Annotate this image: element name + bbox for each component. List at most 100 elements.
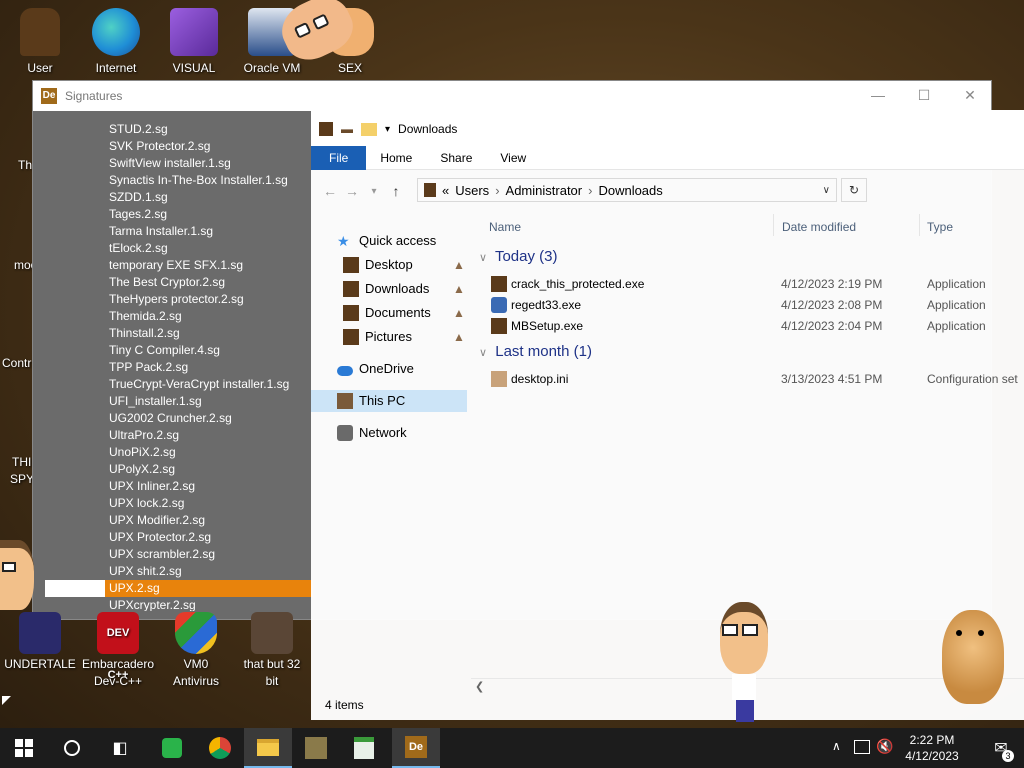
- refresh-icon: ↻: [848, 183, 860, 197]
- nav-network[interactable]: Network: [337, 422, 407, 444]
- visual-studio-icon: [170, 8, 218, 56]
- chevron-up-icon[interactable]: ∧: [832, 739, 841, 753]
- signature-list-item[interactable]: UPX.2.sg: [45, 580, 313, 597]
- breadcrumb-overflow[interactable]: «: [442, 183, 449, 198]
- taskbar-app-game[interactable]: [292, 728, 340, 768]
- tab-share[interactable]: Share: [426, 146, 486, 170]
- column-header-name[interactable]: Name: [489, 220, 521, 234]
- close-button[interactable]: ✕: [947, 81, 993, 111]
- signature-list-item[interactable]: SVK Protector.2.sg: [45, 138, 313, 155]
- signature-list-item[interactable]: UPX shit.2.sg: [45, 563, 313, 580]
- taskbar-app-file-explorer[interactable]: [244, 728, 292, 768]
- desktop-icon-internet[interactable]: Internet: [78, 8, 154, 76]
- column-header-type[interactable]: Type: [927, 220, 953, 234]
- desktop-icon-vm0-antivirus[interactable]: VM0 Antivirus: [156, 612, 236, 690]
- desktop-icon-user[interactable]: User: [2, 8, 78, 76]
- signature-list-item[interactable]: Tages.2.sg: [45, 206, 313, 223]
- tab-home[interactable]: Home: [366, 146, 426, 170]
- breadcrumb[interactable]: « Users › Administrator › Downloads ∨: [417, 178, 837, 202]
- taskbar: ◧ De ∧ 🔇 2:22 PM 4/12/2023 ✉ 3: [0, 728, 1024, 768]
- desktop-icon-devcpp[interactable]: DEV C++ Embarcadero Dev-C++: [78, 612, 158, 690]
- maximize-button[interactable]: ☐: [901, 81, 947, 111]
- nav-pictures[interactable]: Pictures: [343, 326, 412, 348]
- signature-list-item[interactable]: UG2002 Cruncher.2.sg: [45, 410, 313, 427]
- desktop-icon-undertale[interactable]: UNDERTALE: [0, 612, 80, 673]
- nav-this-pc[interactable]: This PC: [311, 390, 467, 412]
- signature-list-item[interactable]: UPX Protector.2.sg: [45, 529, 313, 546]
- clock-time: 2:22 PM: [909, 733, 955, 747]
- signature-list-item[interactable]: Synactis In-The-Box Installer.1.sg: [45, 172, 313, 189]
- column-header-date[interactable]: Date modified: [782, 220, 856, 234]
- signature-list-item[interactable]: SwiftView installer.1.sg: [45, 155, 313, 172]
- chevron-left-icon[interactable]: ❮: [475, 680, 484, 693]
- properties-icon[interactable]: ▬: [341, 122, 353, 136]
- group-header-last-month[interactable]: ∨ Last month (1): [479, 343, 592, 360]
- signatures-titlebar[interactable]: De Signatures — ☐ ✕: [33, 81, 991, 111]
- taskbar-app-notes[interactable]: [148, 728, 196, 768]
- breadcrumb-users[interactable]: Users: [455, 183, 489, 198]
- signature-list-item[interactable]: STUD.2.sg: [45, 121, 313, 138]
- breadcrumb-downloads[interactable]: Downloads: [598, 183, 662, 198]
- up-arrow-icon[interactable]: ↑: [385, 183, 407, 199]
- forward-arrow-icon[interactable]: →: [341, 183, 363, 199]
- signature-list-item[interactable]: SZDD.1.sg: [45, 189, 313, 206]
- nav-documents[interactable]: Documents: [343, 302, 431, 324]
- back-arrow-icon[interactable]: ←: [319, 183, 341, 199]
- file-row[interactable]: desktop.ini 3/13/2023 4:51 PM Configurat…: [489, 369, 1024, 390]
- tab-view[interactable]: View: [486, 146, 540, 170]
- signature-list-item[interactable]: Tarma Installer.1.sg: [45, 223, 313, 240]
- taskbar-clock[interactable]: 2:22 PM 4/12/2023: [890, 732, 974, 764]
- signature-list-item[interactable]: UPXcrypter.2.sg: [45, 597, 313, 611]
- desktop-icon-that-but-32-bit[interactable]: that but 32 bit: [232, 612, 312, 690]
- signature-list-item[interactable]: UPX Modifier.2.sg: [45, 512, 313, 529]
- signature-list-item[interactable]: UltraPro.2.sg: [45, 427, 313, 444]
- desktop-icon-label: VISUAL: [172, 61, 216, 75]
- signature-list-item[interactable]: TrueCrypt-VeraCrypt installer.1.sg: [45, 376, 313, 393]
- signature-list-item[interactable]: UPX scrambler.2.sg: [45, 546, 313, 563]
- network-icon: [337, 425, 353, 441]
- desktop-icon-label: Internet: [95, 61, 137, 75]
- signature-list[interactable]: STUD.2.sg SVK Protector.2.sg SwiftView ins…: [45, 121, 313, 611]
- chevron-down-icon[interactable]: ▾: [385, 124, 390, 135]
- nav-quick-access[interactable]: ★ Quick access: [337, 230, 436, 252]
- chevron-down-icon[interactable]: ∨: [823, 185, 830, 196]
- signature-list-item[interactable]: Themida.2.sg: [45, 308, 313, 325]
- signature-list-item[interactable]: UFI_installer.1.sg: [45, 393, 313, 410]
- signature-list-item[interactable]: The Best Cryptor.2.sg: [45, 274, 313, 291]
- action-center-button[interactable]: ✉ 3: [978, 728, 1024, 768]
- file-row[interactable]: regedt33.exe 4/12/2023 2:08 PM Applicati…: [489, 295, 1024, 316]
- signature-list-item[interactable]: tElock.2.sg: [45, 240, 313, 257]
- search-button[interactable]: [48, 728, 96, 768]
- signature-list-item[interactable]: UPX Inliner.2.sg: [45, 478, 313, 495]
- signature-list-item[interactable]: temporary EXE SFX.1.sg: [45, 257, 313, 274]
- start-button[interactable]: [0, 728, 48, 768]
- nav-downloads[interactable]: Downloads: [343, 278, 429, 300]
- signature-list-item[interactable]: TheHypers protector.2.sg: [45, 291, 313, 308]
- breadcrumb-administrator[interactable]: Administrator: [506, 183, 583, 198]
- minimize-button[interactable]: —: [855, 81, 901, 111]
- folder-icon[interactable]: [361, 122, 377, 136]
- nav-desktop[interactable]: Desktop: [343, 254, 413, 276]
- network-status-icon[interactable]: [854, 740, 870, 754]
- tab-file[interactable]: File: [311, 145, 367, 170]
- signature-list-item[interactable]: UnoPiX.2.sg: [45, 444, 313, 461]
- refresh-button[interactable]: ↻: [841, 178, 867, 202]
- signature-list-item[interactable]: UPX lock.2.sg: [45, 495, 313, 512]
- taskbar-app-detect-it-easy[interactable]: De: [392, 728, 440, 768]
- recent-locations-icon[interactable]: ▾: [363, 186, 385, 197]
- desktop-icon-visual-studio[interactable]: VISUAL: [156, 8, 232, 76]
- signature-list-item[interactable]: Thinstall.2.sg: [45, 325, 313, 342]
- taskbar-app-editor[interactable]: [340, 728, 388, 768]
- signature-list-item[interactable]: TPP Pack.2.sg: [45, 359, 313, 376]
- file-row[interactable]: MBSetup.exe 4/12/2023 2:04 PM Applicatio…: [489, 316, 1024, 337]
- column-divider: [773, 214, 774, 236]
- windows-logo-icon: [15, 739, 33, 757]
- taskbar-app-chrome[interactable]: [196, 728, 244, 768]
- signature-list-item[interactable]: UPolyX.2.sg: [45, 461, 313, 478]
- group-header-today[interactable]: ∨ Today (3): [479, 248, 558, 265]
- nav-onedrive[interactable]: OneDrive: [337, 358, 414, 380]
- file-row[interactable]: crack_this_protected.exe 4/12/2023 2:19 …: [489, 274, 1024, 295]
- desktop-icon-label: SEX: [337, 61, 362, 75]
- task-view-button[interactable]: ◧: [96, 728, 144, 768]
- signature-list-item[interactable]: Tiny C Compiler.4.sg: [45, 342, 313, 359]
